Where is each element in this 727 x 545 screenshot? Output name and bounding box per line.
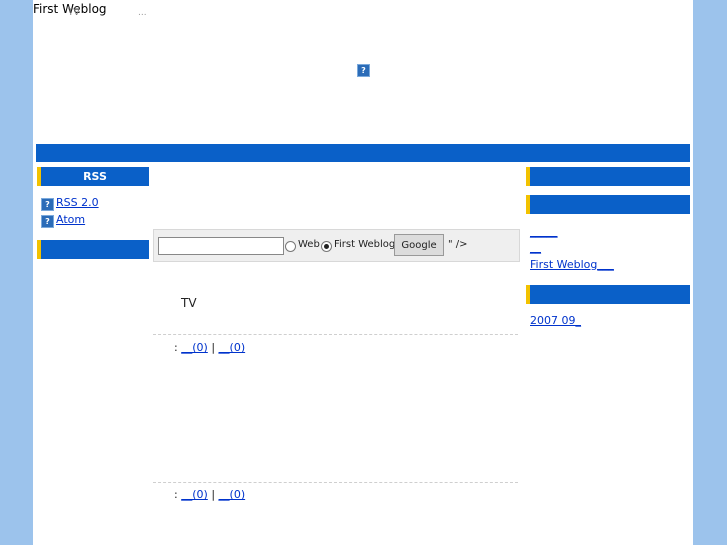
radio-web-label: Web (298, 239, 320, 250)
google-search-button[interactable]: Google (394, 234, 444, 256)
radio-blog[interactable] (321, 241, 332, 252)
right-section-title (526, 195, 690, 214)
post-meta: : __(0) | __(0) (174, 488, 245, 501)
recent-entry-link[interactable]: _____ (530, 225, 558, 238)
rss-box-title: RSS (37, 167, 149, 186)
left-section-title (37, 240, 149, 259)
trackbacks-link[interactable]: __(0) (219, 488, 246, 501)
rss2-link[interactable]: RSS 2.0 (56, 196, 99, 209)
site-description-dots: ... (138, 8, 147, 18)
comments-link[interactable]: __(0) (181, 341, 208, 354)
radio-blog-label: First Weblog (334, 239, 396, 250)
post-divider (153, 334, 518, 335)
post-divider (153, 482, 518, 483)
meta-separator: | (211, 488, 216, 501)
recent-entry-link[interactable]: __ (530, 241, 541, 254)
search-tail-text: " /> (448, 239, 468, 250)
post-body: TV (181, 296, 197, 310)
rss-feed-icon: ? (41, 198, 54, 211)
radio-web[interactable] (285, 241, 296, 252)
right-section-title (526, 167, 690, 186)
recent-entry-link[interactable]: First Weblog___ (530, 258, 614, 271)
meta-separator: | (211, 341, 216, 354)
search-form: Web First Weblog Google " /> (153, 229, 520, 262)
search-input[interactable] (158, 237, 284, 255)
meta-prefix: : (174, 341, 178, 354)
header-image-icon: ? (357, 64, 370, 77)
page: First Weblog TV ... ? RSS ? RSS 2.0 ? At… (33, 0, 693, 545)
navigation-bar (36, 144, 690, 162)
archive-link[interactable]: 2007 09_ (530, 314, 581, 327)
comments-link[interactable]: __(0) (181, 488, 208, 501)
trackbacks-link[interactable]: __(0) (219, 341, 246, 354)
atom-link[interactable]: Atom (56, 213, 85, 226)
meta-prefix: : (174, 488, 178, 501)
archive-section-title (526, 285, 690, 304)
post-meta: : __(0) | __(0) (174, 341, 245, 354)
atom-feed-icon: ? (41, 215, 54, 228)
site-description: TV (68, 8, 80, 18)
